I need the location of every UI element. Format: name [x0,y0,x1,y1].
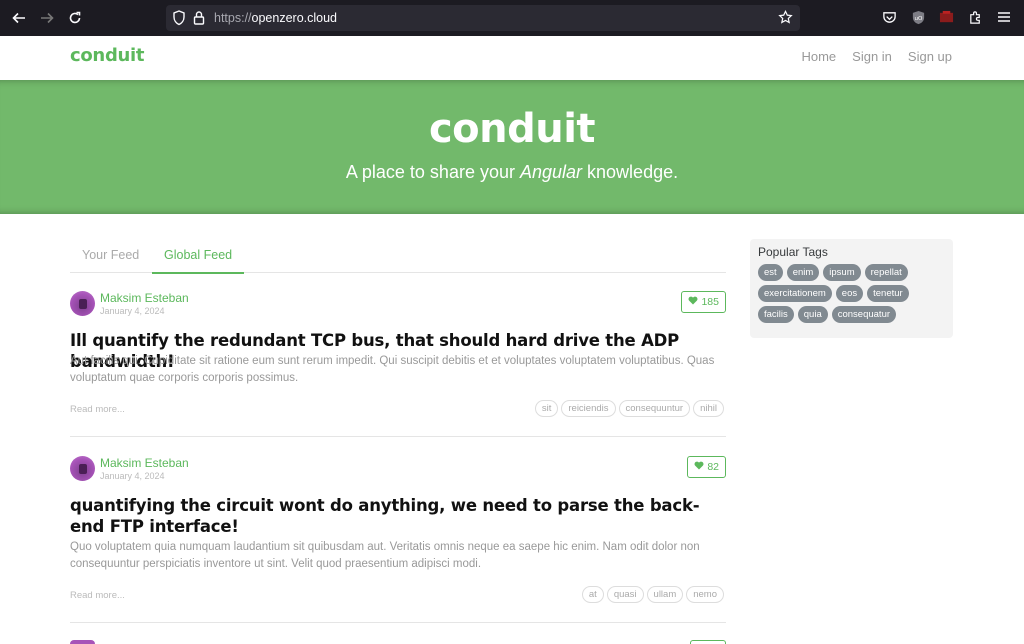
tag-pill[interactable]: ipsum [823,264,861,281]
browser-toolbar: https://openzero.cloud uO [0,0,1024,36]
app-navbar: conduit Home Sign in Sign up [0,36,1024,80]
article-preview: Maksim Esteban January 4, 2024 82 quanti… [70,456,726,623]
favorite-button[interactable] [690,640,726,644]
author-name[interactable]: Maksim Esteban [100,456,189,470]
read-more-link[interactable]: Read more... [70,404,125,415]
reload-icon[interactable] [66,9,84,27]
tag-pill[interactable]: quia [797,306,828,323]
article-tag: sit [534,400,559,417]
favorite-button[interactable]: 82 [687,456,726,478]
favorite-count: 82 [707,461,719,473]
article-tag: nihil [693,400,724,417]
tab-your-feed[interactable]: Your Feed [70,248,151,272]
shield-icon[interactable] [172,10,188,26]
nav-links: Home Sign in Sign up [801,49,952,64]
bookmark-star-icon[interactable] [778,9,794,26]
article-tag: reiciendis [561,400,616,417]
article-date: January 4, 2024 [100,471,165,481]
tag-pill[interactable]: tenetur [867,285,909,302]
pocket-icon[interactable] [882,10,898,26]
author-avatar[interactable] [70,456,95,481]
ublock-icon[interactable]: uO [911,10,927,26]
heart-icon [694,461,704,473]
extension-red-icon[interactable] [939,10,955,26]
feed-tabs: Your Feed Global Feed [70,240,726,274]
tag-pill[interactable]: exercitationem [758,285,832,302]
back-icon[interactable] [10,9,28,27]
favorite-count: 185 [701,296,719,308]
article-tag: quasi [606,586,644,603]
favorite-button[interactable]: 185 [681,291,726,313]
banner-tagline: A place to share your Angular knowledge. [345,162,679,182]
hero-banner: conduit A place to share your Angular kn… [0,80,1024,214]
address-bar[interactable]: https://openzero.cloud [166,5,800,31]
sidebar-title: Popular Tags [758,245,828,259]
brand-logo[interactable]: conduit [70,45,145,66]
svg-text:uO: uO [915,16,924,22]
article-preview: Maksim Esteban January 4, 2024 185 Ill q… [70,291,726,437]
forward-icon[interactable] [38,9,56,27]
article-tag: nemo [686,586,724,603]
heart-icon [688,296,698,308]
article-preview-partial [70,640,726,644]
author-avatar[interactable] [70,640,95,644]
author-name[interactable]: Maksim Esteban [100,291,189,305]
author-avatar[interactable] [70,291,95,316]
article-tag: consequuntur [618,400,691,417]
article-title[interactable]: quantifying the circuit wont do anything… [70,495,710,537]
nav-signup-link[interactable]: Sign up [908,49,952,64]
url-text: https://openzero.cloud [214,11,338,25]
tab-global-feed[interactable]: Global Feed [152,248,245,274]
article-date: January 4, 2024 [100,306,165,316]
tag-pill[interactable]: enim [786,264,820,281]
popular-tags-sidebar: Popular Tags est enim ipsum repellat exe… [750,239,953,338]
banner-title: conduit [428,106,596,152]
article-description[interactable]: Aut facilis qui. Cupiditate sit ratione … [70,353,726,387]
article-tag-list: sit reiciendis consequuntur nihil [534,400,724,417]
lock-icon[interactable] [193,10,209,26]
article-tag: at [581,586,604,603]
article-tag-list: at quasi ullam nemo [581,586,724,603]
tag-pill[interactable]: facilis [758,306,794,323]
article-tag: ullam [646,586,684,603]
extensions-puzzle-icon[interactable] [968,10,984,26]
tag-pill[interactable]: est [758,264,783,281]
tag-pill[interactable]: eos [835,285,864,302]
tag-list: est enim ipsum repellat exercitationem e… [758,264,945,323]
hamburger-menu-icon[interactable] [997,10,1013,26]
nav-home-link[interactable]: Home [801,49,836,64]
read-more-link[interactable]: Read more... [70,590,125,601]
tag-pill[interactable]: repellat [864,264,908,281]
nav-signin-link[interactable]: Sign in [852,49,892,64]
tag-pill[interactable]: consequatur [831,306,897,323]
article-description[interactable]: Quo voluptatem quia numquam laudantium s… [70,539,726,573]
